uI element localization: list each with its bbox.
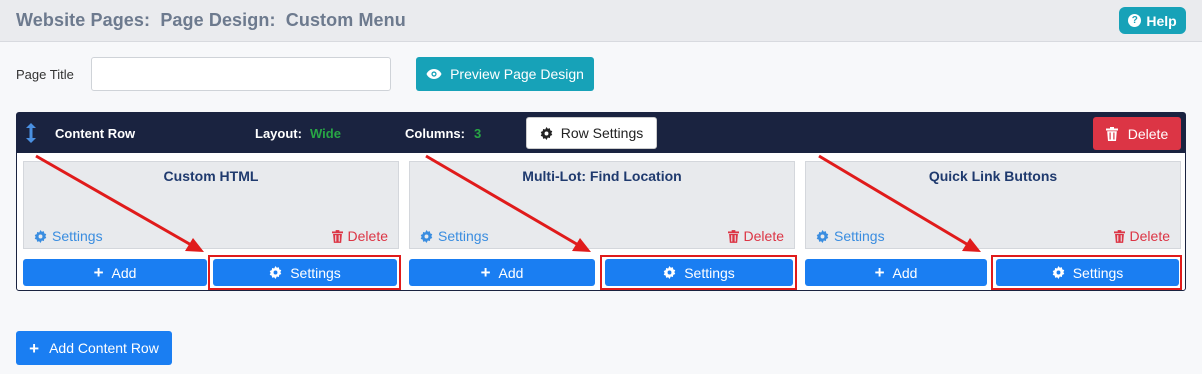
module-delete-label: Delete xyxy=(1129,228,1170,244)
plus-icon: + xyxy=(874,263,885,282)
page-title: Website Pages: Page Design: Custom Menu xyxy=(16,10,406,30)
column-add-button[interactable]: + Add xyxy=(805,259,987,286)
gear-icon xyxy=(269,266,282,279)
column-settings-label: Settings xyxy=(290,264,341,281)
column-add-button[interactable]: + Add xyxy=(409,259,595,286)
gear-icon xyxy=(420,229,433,243)
layout-label: Layout: xyxy=(255,126,302,141)
help-button[interactable]: ? Help xyxy=(1119,7,1186,34)
column-settings-button[interactable]: Settings xyxy=(213,259,397,286)
row-settings-button[interactable]: Row Settings xyxy=(526,117,657,149)
plus-icon: + xyxy=(29,338,40,358)
module-delete-link[interactable]: Delete xyxy=(1113,228,1170,244)
module-card: Custom HTML Settings Delete xyxy=(23,161,399,249)
columns-value: 3 xyxy=(474,126,482,141)
module-delete-label: Delete xyxy=(347,228,388,244)
content-row-header: Content Row Layout: Wide Columns: 3 Row … xyxy=(17,113,1185,153)
preview-page-design-button[interactable]: Preview Page Design xyxy=(416,57,594,91)
page-title-input[interactable] xyxy=(91,57,391,91)
column-1: Custom HTML Settings Delete + Add Settin… xyxy=(23,161,401,290)
eye-icon xyxy=(426,69,442,79)
column-3: Quick Link Buttons Settings Delete + Add… xyxy=(805,161,1182,290)
trash-icon xyxy=(1105,126,1118,141)
trash-icon xyxy=(1113,229,1125,243)
module-delete-link[interactable]: Delete xyxy=(331,228,388,244)
module-title: Quick Link Buttons xyxy=(928,168,1058,184)
column-add-button[interactable]: + Add xyxy=(23,259,207,286)
row-settings-label: Row Settings xyxy=(560,125,644,141)
module-settings-link[interactable]: Settings xyxy=(34,228,103,244)
gear-icon xyxy=(1052,266,1064,279)
gear-icon xyxy=(663,266,676,279)
help-label: Help xyxy=(1146,12,1177,29)
trash-icon xyxy=(727,229,739,243)
module-card: Quick Link Buttons Settings Delete xyxy=(805,161,1181,249)
column-add-label: Add xyxy=(111,264,137,281)
module-card: Multi-Lot: Find Location Settings Delete xyxy=(409,161,795,249)
module-settings-label: Settings xyxy=(834,228,885,244)
column-2: Multi-Lot: Find Location Settings Delete… xyxy=(409,161,797,290)
layout-value: Wide xyxy=(310,126,341,141)
columns-label: Columns: xyxy=(405,126,465,141)
trash-icon xyxy=(331,229,343,243)
add-content-row-label: Add Content Row xyxy=(49,340,159,356)
gear-icon xyxy=(816,229,829,243)
plus-icon: + xyxy=(93,263,104,282)
module-settings-label: Settings xyxy=(438,228,489,244)
column-add-label: Add xyxy=(498,264,524,281)
module-settings-label: Settings xyxy=(52,228,103,244)
column-add-label: Add xyxy=(892,264,918,281)
module-title: Multi-Lot: Find Location xyxy=(522,168,682,184)
column-settings-label: Settings xyxy=(1072,264,1124,281)
drag-handle-icon[interactable] xyxy=(25,123,37,143)
module-title: Custom HTML xyxy=(163,168,259,184)
add-content-row-button[interactable]: + Add Content Row xyxy=(16,331,172,365)
question-circle-icon: ? xyxy=(1128,14,1142,27)
page-header: Website Pages: Page Design: Custom Menu … xyxy=(0,0,1202,42)
column-settings-label: Settings xyxy=(684,264,735,281)
module-settings-link[interactable]: Settings xyxy=(816,228,885,244)
module-settings-link[interactable]: Settings xyxy=(420,228,489,244)
gear-icon xyxy=(540,126,553,140)
row-delete-button[interactable]: Delete xyxy=(1093,117,1181,150)
preview-label: Preview Page Design xyxy=(450,66,584,82)
page-title-label: Page Title xyxy=(16,67,74,82)
column-settings-button[interactable]: Settings xyxy=(605,259,793,286)
column-settings-button[interactable]: Settings xyxy=(996,259,1179,286)
row-delete-label: Delete xyxy=(1127,125,1169,142)
module-delete-label: Delete xyxy=(743,228,784,244)
plus-icon: + xyxy=(480,263,491,282)
content-row-panel: Content Row Layout: Wide Columns: 3 Row … xyxy=(16,112,1186,291)
gear-icon xyxy=(34,229,47,243)
content-row-title: Content Row xyxy=(55,126,136,141)
module-delete-link[interactable]: Delete xyxy=(727,228,784,244)
